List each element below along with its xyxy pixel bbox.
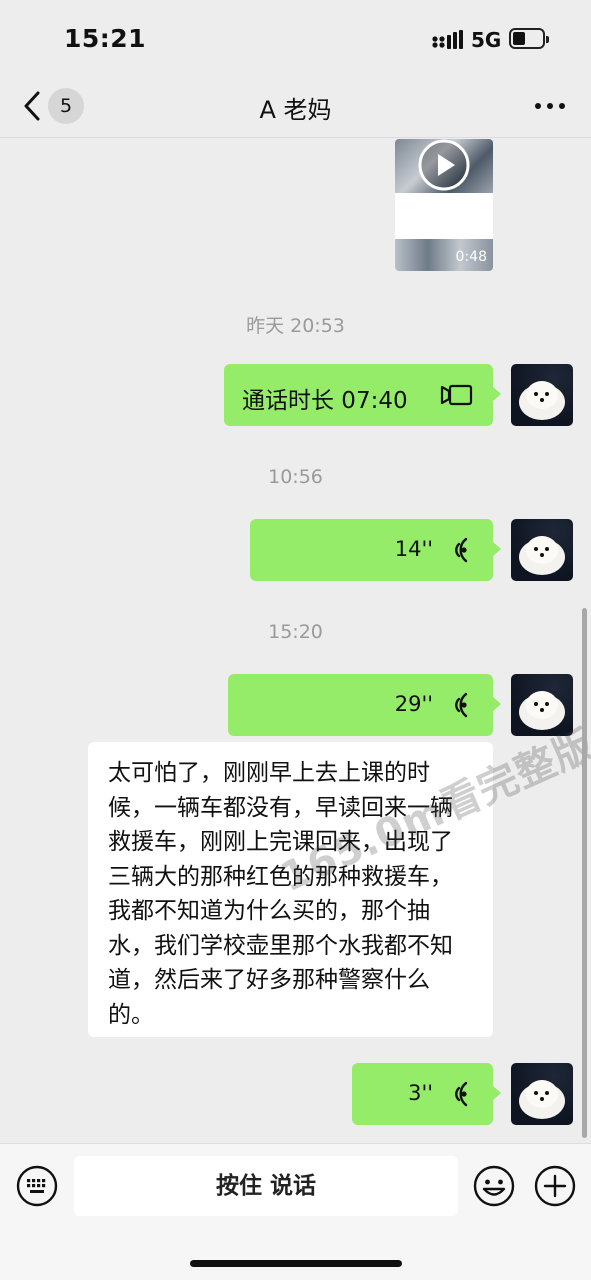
home-indicator xyxy=(190,1260,402,1267)
call-duration-text: 通话时长 07:40 xyxy=(242,388,408,414)
call-record-bubble[interactable]: 通话时长 07:40 xyxy=(224,364,501,426)
scrollbar[interactable] xyxy=(582,608,587,1138)
more-options-icon[interactable] xyxy=(533,94,567,118)
emoji-icon[interactable] xyxy=(472,1164,516,1208)
timestamp: 15:20 xyxy=(268,621,323,643)
video-message[interactable]: 0:48 xyxy=(395,139,493,271)
plus-icon[interactable] xyxy=(533,1164,577,1208)
avatar[interactable] xyxy=(511,364,573,426)
status-bar: 15:21 5G xyxy=(0,0,591,80)
hold-to-talk-button[interactable]: 按住 说话 xyxy=(74,1156,458,1216)
avatar[interactable] xyxy=(511,519,573,581)
video-duration: 0:48 xyxy=(455,249,487,265)
signal-icon xyxy=(432,30,463,49)
voice-duration: 14'' xyxy=(394,537,433,561)
voice-message-bubble[interactable]: 14'' xyxy=(250,519,501,581)
network-label: 5G xyxy=(471,28,502,52)
timestamp: 昨天 20:53 xyxy=(246,315,345,337)
video-call-icon xyxy=(440,384,473,406)
avatar[interactable] xyxy=(511,1063,573,1125)
voice-duration: 29'' xyxy=(394,692,433,716)
status-time: 15:21 xyxy=(64,24,147,53)
input-bar: 按住 说话 xyxy=(0,1143,591,1280)
voice-duration: 3'' xyxy=(408,1081,433,1105)
chat-header: 5 A 老妈 xyxy=(0,80,591,138)
voice-wave-icon xyxy=(455,537,468,563)
voice-message-bubble[interactable]: 3'' xyxy=(352,1063,501,1125)
battery-icon xyxy=(509,28,549,49)
play-icon[interactable] xyxy=(414,139,474,199)
voice-wave-icon xyxy=(455,1081,468,1107)
voice-wave-icon xyxy=(455,692,468,718)
voice-message-bubble[interactable]: 29'' xyxy=(228,674,501,736)
timestamp: 10:56 xyxy=(268,466,323,488)
chat-title: A 老妈 xyxy=(259,96,332,124)
keyboard-icon[interactable] xyxy=(15,1164,59,1208)
